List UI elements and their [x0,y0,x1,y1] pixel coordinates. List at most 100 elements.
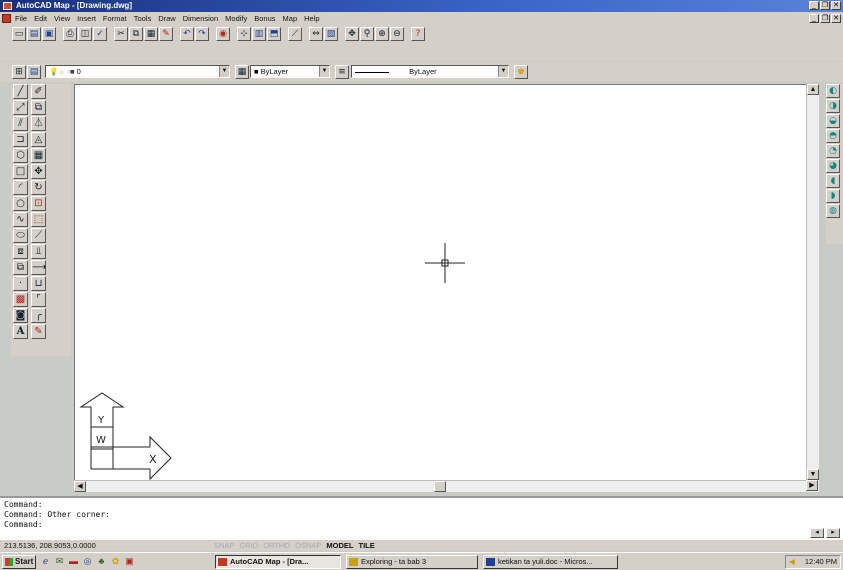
array-icon[interactable]: ▦ [31,148,46,163]
linetype-dropdown[interactable]: ByLayer ▼ [351,65,509,78]
menu-draw[interactable]: Draw [158,12,176,25]
arc-icon[interactable]: ◜ [13,180,28,195]
polyline-icon[interactable]: ⊐ [13,132,28,147]
map-tool-1-icon[interactable]: ◐ [826,84,840,98]
menu-bonus[interactable]: Bonus [254,12,275,25]
zoom-window-icon[interactable]: ⊕ [375,27,389,41]
scroll-up-icon[interactable]: ▲ [807,84,819,95]
construction-line-icon[interactable]: ⤢ [13,100,28,115]
break-icon[interactable]: ⊔ [31,276,46,291]
osnap-toggle[interactable]: OSNAP [294,540,322,551]
model-toggle[interactable]: MODEL [325,540,354,551]
menu-file[interactable]: File [15,12,27,25]
map-tool-4-icon[interactable]: ◓ [826,129,840,143]
task-autocad[interactable]: AutoCAD Map - [Dra... [215,555,341,569]
distance-icon[interactable]: ⇔ [309,27,323,41]
lengthen-icon[interactable]: ⟋ [31,228,46,243]
make-object-layer-current-icon[interactable]: ⊞ [12,65,26,79]
grid-toggle[interactable]: GRID [238,540,259,551]
trim-icon[interactable]: ⫫ [31,244,46,259]
horizontal-scrollbar[interactable]: ◀ [74,480,806,492]
explode-icon[interactable]: ✎ [31,324,46,339]
scale-icon[interactable]: ⊡ [31,196,46,211]
doc-restore-button[interactable]: ❐ [820,14,830,23]
help-icon[interactable]: ? [411,27,425,41]
save-icon[interactable]: ▣ [42,27,56,41]
doc-minimize-button[interactable]: _ [809,14,819,23]
maximize-button[interactable]: ❐ [820,1,830,10]
doc-close-button[interactable]: ✕ [831,14,841,23]
ellipse-icon[interactable]: ⬭ [13,228,28,243]
map-tool-9-icon[interactable]: ◍ [826,204,840,218]
scroll-right-icon[interactable]: ▶ [806,480,818,491]
close-button[interactable]: ✕ [831,1,841,10]
clock[interactable]: 12:40 PM [805,557,837,566]
menu-help[interactable]: Help [304,12,319,25]
erase-icon[interactable]: ✐ [31,84,46,99]
layer-previous-icon[interactable]: ▦ [235,65,249,79]
menu-format[interactable]: Format [103,12,127,25]
pan-realtime-icon[interactable]: ✥ [345,27,359,41]
rotate-icon[interactable]: ↻ [31,180,46,195]
object-snap-icon[interactable]: ⊹ [237,27,251,41]
layer-dropdown[interactable]: 💡☼ ▫■ 0 ▼ [45,65,230,78]
menu-edit[interactable]: Edit [34,12,47,25]
match-properties-icon[interactable]: ✎ [159,27,173,41]
zoom-previous-icon[interactable]: ⊖ [390,27,404,41]
stretch-icon[interactable]: ⬚ [31,212,46,227]
map-tool-2-icon[interactable]: ◑ [826,99,840,113]
offset-icon[interactable]: ◬ [31,132,46,147]
undo-icon[interactable]: ↶ [180,27,194,41]
vertical-scrollbar[interactable]: ▲ ▼ [806,84,819,492]
fillet-icon[interactable]: ╭ [31,308,46,323]
menu-view[interactable]: View [54,12,70,25]
insert-block-icon[interactable]: ⧈ [13,244,28,259]
multiline-icon[interactable]: ⫽ [13,116,28,131]
autocad-app-icon[interactable] [3,2,12,10]
start-button[interactable]: Start [2,555,36,569]
desktop-icon[interactable]: ▬ [68,556,79,567]
print-icon[interactable]: ⎙ [63,27,77,41]
channels-icon[interactable]: ◎ [82,556,93,567]
mirror-icon[interactable]: ⏃ [31,116,46,131]
map-tool-6-icon[interactable]: ◕ [826,159,840,173]
speaker-icon[interactable]: ◀ [789,556,795,568]
polygon-icon[interactable]: ⬡ [13,148,28,163]
3d-view-icon[interactable]: ⬒ [267,27,281,41]
make-block-icon[interactable]: ⧉ [13,260,28,275]
region-icon[interactable]: ◙ [13,308,28,323]
drawing-canvas[interactable]: Y W X [74,84,819,492]
menu-dimension[interactable]: Dimension [183,12,218,25]
layers-icon[interactable]: ▤ [27,65,41,79]
tool-icon[interactable]: ✿ [110,556,121,567]
map-tool-7-icon[interactable]: ◖ [826,174,840,188]
rectangle-icon[interactable]: □ [13,164,28,179]
ortho-toggle[interactable]: ORTHO [262,540,291,551]
multiline-text-icon[interactable]: A [13,324,28,339]
scroll-down-icon[interactable]: ▼ [807,469,819,480]
line-icon[interactable]: ╱ [13,84,28,99]
task-exploring[interactable]: Exploring - ta bab 3 [346,555,478,569]
command-prompt[interactable]: Command: [4,520,43,529]
zoom-realtime-icon[interactable]: ⚲ [360,27,374,41]
cut-icon[interactable]: ✂ [114,27,128,41]
named-views-icon[interactable]: ▥ [252,27,266,41]
color-dropdown[interactable]: ■ ByLayer ▼ [250,65,330,78]
linetype-manager-icon[interactable]: ≡ [335,65,349,79]
paste-icon[interactable]: ▦ [144,27,158,41]
menu-insert[interactable]: Insert [77,12,96,25]
map-tool-5-icon[interactable]: ◔ [826,144,840,158]
move-icon[interactable]: ✥ [31,164,46,179]
extend-icon[interactable]: ⟶ [31,260,46,275]
spline-icon[interactable]: ∿ [13,212,28,227]
print-preview-icon[interactable]: ◫ [78,27,92,41]
spell-check-icon[interactable]: ✓ [93,27,107,41]
circle-icon[interactable]: ○ [13,196,28,211]
line-weight-icon[interactable]: ♚ [514,65,528,79]
open-file-icon[interactable]: ▤ [27,27,41,41]
tile-toggle[interactable]: TILE [358,540,376,551]
menu-modify[interactable]: Modify [225,12,247,25]
program-icon[interactable]: ♣ [96,556,107,567]
menu-tools[interactable]: Tools [134,12,152,25]
launch-browser-icon[interactable]: ◉ [216,27,230,41]
